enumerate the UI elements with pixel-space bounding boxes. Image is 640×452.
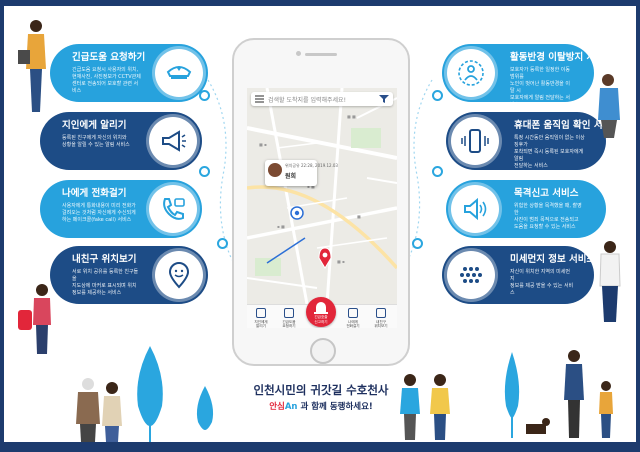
feature-card-fine-dust[interactable]: 미세먼지 정보 서비스 자신이 위치한 지역의 미세먼지 정보를 제공 받을 수…	[442, 246, 596, 304]
feature-card-phone-movement[interactable]: 휴대폰 움직임 확인 서비스 특정 시간동안 움직임이 없는 이상징후가 포착되…	[446, 112, 621, 170]
feature-description: 보호자가 등록한 일정한 이동범위를 노인이 벗어난 활동반경을 이탈 시 보호…	[510, 67, 570, 108]
svg-text:■ ■: ■ ■	[347, 114, 356, 119]
hamburger-menu-icon[interactable]	[255, 95, 264, 103]
tab-label: 긴급도움 요청하기	[282, 320, 296, 328]
connector-dot	[199, 166, 210, 177]
speaker-icon	[451, 185, 499, 233]
man-illustration	[599, 241, 621, 322]
feature-title: 휴대폰 움직임 확인 서비스	[514, 120, 621, 131]
phone-camera	[296, 51, 301, 56]
connector-dot	[432, 90, 443, 101]
location-face-icon	[155, 251, 203, 299]
svg-text:■ ▪: ■ ▪	[337, 259, 345, 264]
dust-dots-icon	[447, 251, 495, 299]
woman-walking-dog-illustration	[504, 350, 613, 438]
slogan-subtitle: 안심An 과 함께 동행하세요!	[234, 400, 408, 412]
feature-description: 등록된 친구에게 자신의 위치와 상황을 알릴 수 있는 알림 서비스	[62, 135, 130, 148]
tab-notify-friends[interactable]: 지인에게 알리기	[249, 308, 273, 328]
feature-card-fake-call[interactable]: 나에게 전화걸기 사용자에게 통화내용이 미리 전화가 걸려오는 것처럼 자신에…	[40, 180, 202, 238]
phone-call-icon	[149, 185, 197, 233]
app-screen: ■ ■ ■ ▪ ▪ ■ ■ ▪ ■ ■ ▪ 검색할 도착지를 입력해주세요! 위치공유 …	[247, 88, 397, 328]
tab-emergency-help[interactable]: 긴급도움 요청하기	[277, 308, 301, 328]
bottom-tab-bar: 지인에게 알리기 긴급도움 요청하기 긴급호출 신고하기 나에게 전화걸기 내친…	[247, 297, 397, 328]
siren-icon	[314, 302, 328, 314]
connector-dot	[217, 238, 228, 249]
share-timestamp: 위치공유 22:28, 2019.12.03	[285, 163, 338, 168]
feature-title: 나에게 전화걸기	[62, 188, 127, 199]
feature-card-witness-report[interactable]: 목격신고 서비스 위험한 상황을 목격했을 때, 촬영한 사진이 범죄 목적으로…	[446, 180, 606, 238]
filter-icon[interactable]	[379, 94, 389, 104]
feature-description: 자신이 위치한 지역의 미세먼지 정보를 제공 받을 수 있는 서비스	[510, 269, 574, 296]
feature-title: 목격신고 서비스	[514, 188, 579, 199]
feature-description: 긴급도움 요청시 사용자의 위치, 현재사진, 사진정보가 CCTV관제 센터로…	[72, 67, 141, 94]
svg-text:■ ▪: ■ ▪	[259, 142, 267, 147]
feature-card-friend-location[interactable]: 내친구 위치보기 서로 위치 공유를 등록한 친구들을 지도상에 마커로 표시되…	[50, 246, 208, 304]
location-icon	[376, 308, 386, 318]
feature-description: 사용자에게 통화내용이 미리 전화가 걸려오는 것처럼 자신에게 수신되게 하는…	[62, 203, 136, 223]
woman-with-bag-illustration	[18, 20, 46, 112]
brand-name-b: An	[284, 402, 298, 412]
feature-description: 특정 시간동안 움직임이 없는 이상징후가 포착되면 즉시 등록된 보호자에게 …	[514, 135, 585, 169]
family-and-trees-illustration	[76, 346, 214, 442]
tab-label: 나에게 전화걸기	[346, 320, 360, 328]
connector-dot	[432, 166, 443, 177]
slogan-rest: 과 함께 동행하세요!	[300, 402, 373, 412]
tab-label: 지인에게 알리기	[254, 320, 268, 328]
svg-text:▪ ■: ▪ ■	[277, 224, 285, 229]
feature-description: 서로 위치 공유를 등록한 친구들을 지도상에 마커로 표시되며 위치 정보를 …	[72, 269, 139, 296]
svg-text:■: ■	[357, 214, 361, 219]
tab-friend-location[interactable]: 내친구 위치보기	[369, 308, 393, 328]
connector-dot	[412, 238, 423, 249]
home-button[interactable]	[310, 338, 336, 364]
megaphone-icon	[149, 117, 197, 165]
search-placeholder[interactable]: 검색할 도착지를 입력해주세요!	[268, 95, 346, 104]
feature-title: 지인에게 알리기	[62, 120, 127, 131]
destination-search-bar[interactable]: 검색할 도착지를 입력해주세요!	[251, 92, 393, 106]
elderly-couple-illustration	[598, 74, 620, 138]
smartphone-mockup: ■ ■ ■ ▪ ▪ ■ ■ ▪ ■ ■ ▪ 검색할 도착지를 입력해주세요! 위치공유 …	[232, 38, 410, 366]
share-icon	[256, 308, 266, 318]
friend-name: 원희	[285, 173, 297, 180]
police-cap-icon	[155, 49, 203, 97]
students-illustration	[400, 374, 450, 440]
feature-card-emergency-help[interactable]: 긴급도움 요청하기 긴급도움 요청시 사용자의 위치, 현재사진, 사진정보가 …	[50, 44, 208, 102]
girl-with-phone-illustration	[18, 284, 51, 354]
feature-description: 위험한 상황을 목격했을 때, 촬영한 사진이 범죄 목적으로 전송되고 도움을…	[514, 203, 582, 230]
feature-title: 내친구 위치보기	[72, 254, 137, 265]
slogan-title: 인천시민의 귀갓길 수호천사	[253, 383, 389, 397]
tab-label: 긴급호출 신고하기	[314, 315, 328, 324]
map-view[interactable]: ■ ■■ ▪▪ ■ ■▪ ■■ ▪	[247, 88, 397, 304]
friend-location-popup[interactable]: 위치공유 22:28, 2019.12.03 원희	[265, 160, 338, 186]
feature-title: 미세먼지 정보 서비스	[510, 254, 596, 265]
feature-title: 긴급도움 요청하기	[72, 52, 146, 63]
feature-title: 활동반경 이탈방지 서비스	[510, 52, 613, 63]
phone-speaker	[305, 53, 337, 56]
feature-card-notify-friends[interactable]: 지인에게 알리기 등록된 친구에게 자신의 위치와 상황을 알릴 수 있는 알림…	[40, 112, 202, 170]
tab-fake-call[interactable]: 나에게 전화걸기	[341, 308, 365, 328]
friend-avatar	[268, 163, 282, 177]
phone-icon	[348, 308, 358, 318]
brand-name-a: 안심	[269, 402, 285, 412]
shield-icon	[284, 308, 294, 318]
sos-button[interactable]: 긴급호출 신고하기	[306, 297, 336, 327]
phone-vibrate-icon	[451, 117, 499, 165]
tab-label: 내친구 위치보기	[374, 320, 388, 328]
radius-person-icon	[447, 49, 495, 97]
feature-card-activity-radius[interactable]: 활동반경 이탈방지 서비스 보호자가 등록한 일정한 이동범위를 노인이 벗어난…	[442, 44, 613, 108]
